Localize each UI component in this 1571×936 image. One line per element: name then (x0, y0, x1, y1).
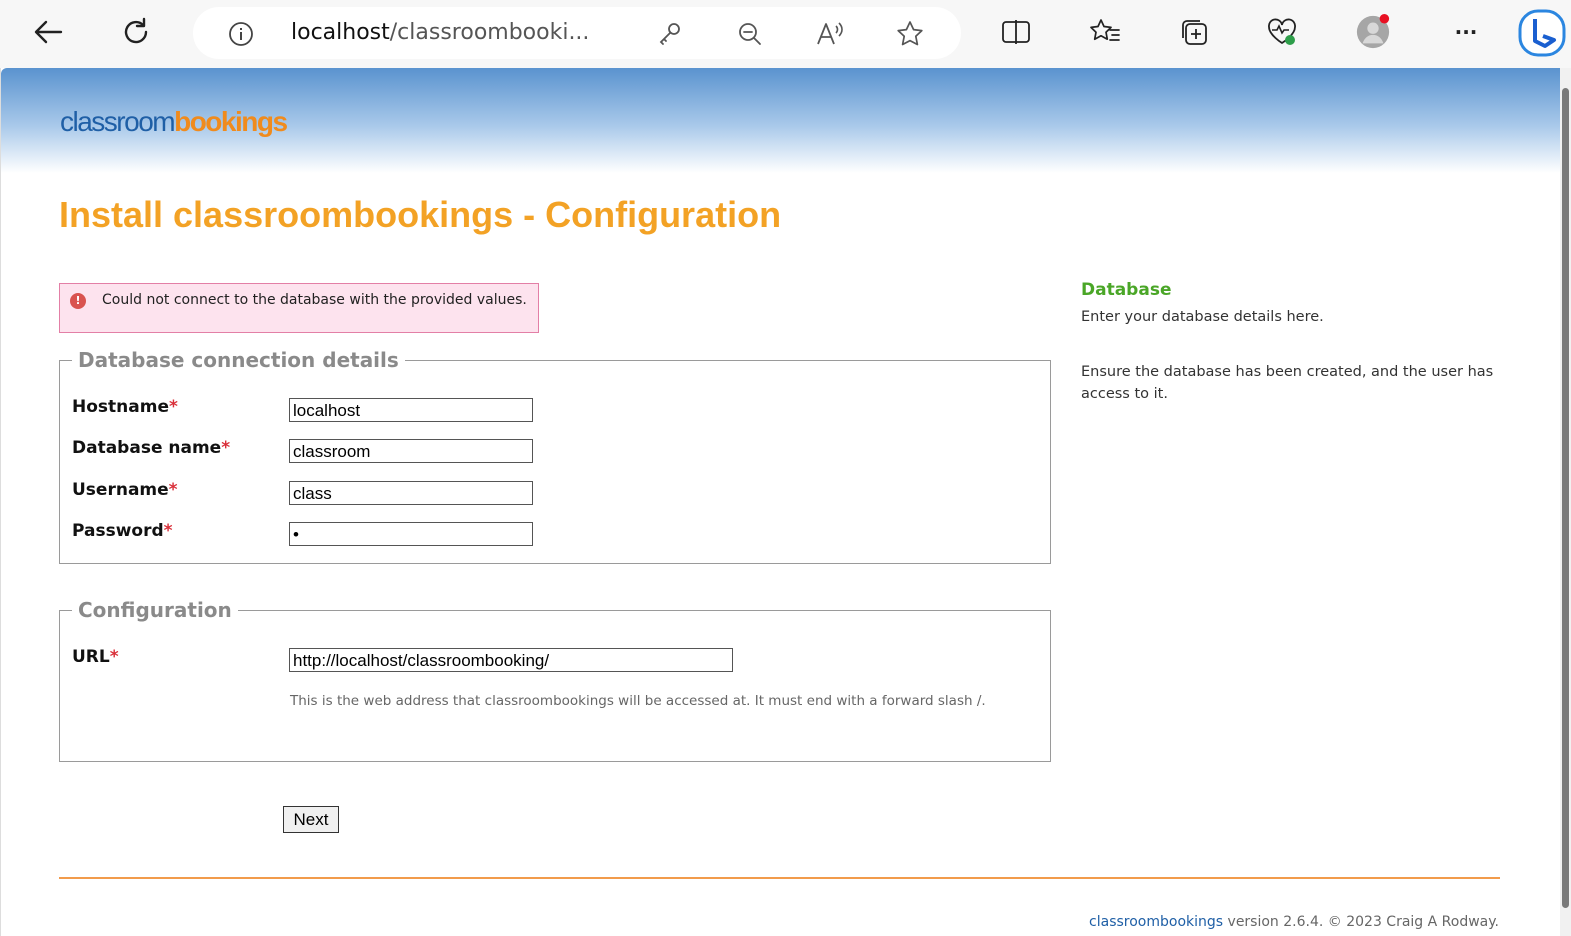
required-asterisk: * (163, 521, 173, 541)
username-label-text: Username (72, 480, 169, 500)
logo-part-bookings: bookings (174, 106, 288, 137)
required-asterisk: * (168, 480, 178, 500)
required-asterisk: * (221, 438, 231, 458)
profile-avatar[interactable] (1355, 14, 1391, 50)
hostname-label-text: Hostname (72, 397, 169, 417)
configuration-fieldset: Configuration (59, 598, 1051, 762)
address-url[interactable]: localhost/classroombooki... (291, 20, 589, 45)
page-title: Install classroombookings - Configuratio… (59, 194, 782, 235)
url-field[interactable] (289, 648, 733, 672)
site-header: classroombookings (1, 68, 1561, 173)
key-icon[interactable] (655, 19, 685, 49)
url-label: URL* (72, 647, 119, 667)
url-host: localhost (291, 20, 390, 45)
refresh-icon[interactable] (116, 12, 156, 52)
footer-brand-link[interactable]: classroombookings (1089, 914, 1223, 930)
footer-text: classroombookings version 2.6.4. © 2023 … (1089, 914, 1499, 930)
site-info-icon[interactable] (227, 20, 255, 52)
page-scrollbar[interactable] (1560, 68, 1571, 936)
logo-part-classroom: classroom (60, 106, 176, 137)
browser-toolbar: localhost/classroombooki... ··· (0, 0, 1571, 68)
database-name-field[interactable] (289, 439, 533, 463)
error-message: Could not connect to the database with t… (102, 292, 527, 308)
username-label: Username* (72, 480, 178, 500)
site-logo[interactable]: classroombookings (60, 106, 288, 138)
url-help-text: This is the web address that classroombo… (290, 693, 986, 709)
database-name-label-text: Database name (72, 438, 222, 458)
username-field[interactable] (289, 481, 533, 505)
footer-version: version 2.6.4. © 2023 Craig A Rodway. (1223, 914, 1499, 930)
back-arrow-icon[interactable] (28, 12, 68, 52)
zoom-out-icon[interactable] (735, 19, 765, 49)
next-button[interactable]: Next (283, 806, 339, 833)
scrollbar-thumb[interactable] (1562, 88, 1569, 908)
read-aloud-icon[interactable] (815, 19, 845, 49)
required-asterisk: * (109, 647, 119, 667)
collections-icon[interactable] (1176, 14, 1212, 50)
error-icon: ! (70, 293, 86, 309)
address-bar[interactable]: localhost/classroombooki... (193, 7, 961, 59)
error-alert: ! Could not connect to the database with… (59, 283, 539, 333)
favorite-star-icon[interactable] (895, 19, 925, 49)
database-name-label: Database name* (72, 438, 230, 458)
hostname-label: Hostname* (72, 397, 178, 417)
split-screen-icon[interactable] (998, 14, 1034, 50)
sidebar-title: Database (1081, 280, 1172, 300)
configuration-legend: Configuration (78, 598, 232, 622)
url-label-text: URL (72, 647, 110, 667)
sidebar-line2: Ensure the database has been created, an… (1081, 364, 1494, 402)
more-menu-label: ··· (1454, 20, 1478, 44)
database-legend: Database connection details (78, 348, 399, 372)
favorites-icon[interactable] (1087, 14, 1123, 50)
copilot-icon[interactable] (1518, 8, 1566, 57)
browser-essentials-icon[interactable] (1264, 14, 1300, 50)
more-menu-button[interactable]: ··· (1448, 14, 1484, 50)
footer-divider (59, 877, 1500, 879)
url-path: /classroombooki... (389, 20, 590, 45)
password-field[interactable] (289, 522, 533, 546)
password-label-text: Password (72, 521, 164, 541)
sidebar-line1: Enter your database details here. (1081, 309, 1324, 325)
required-asterisk: * (168, 397, 178, 417)
password-label: Password* (72, 521, 173, 541)
hostname-field[interactable] (289, 398, 533, 422)
